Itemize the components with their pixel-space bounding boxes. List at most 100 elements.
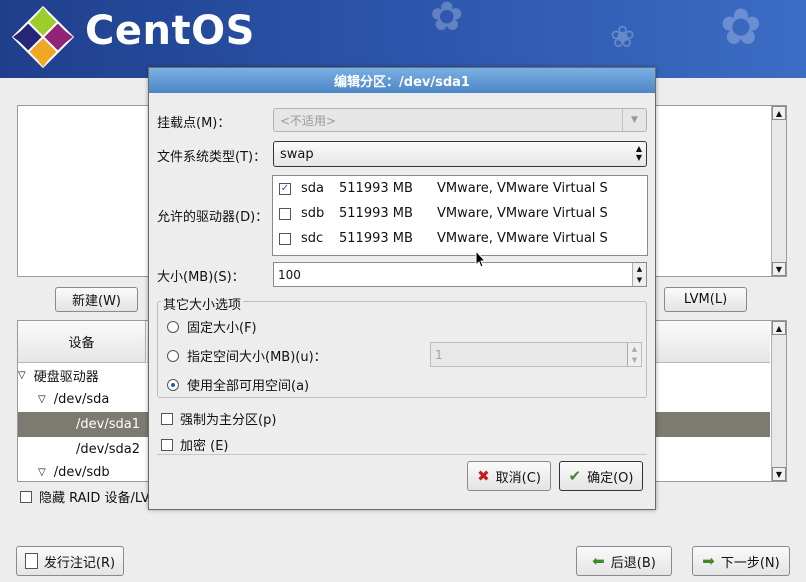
drive-model: VMware, VMware Virtual S [437, 231, 608, 246]
release-notes-label: 发行注记(R) [43, 555, 116, 571]
ok-label: 确定(O) [587, 470, 634, 486]
document-icon [24, 553, 38, 569]
drive-row-sda[interactable]: ✓ sda 511993 MB VMware, VMware Virtual S [279, 176, 608, 201]
cancel-x-icon: ✖ [477, 467, 490, 485]
mount-point-value: <不适用> [280, 113, 337, 128]
tree-scrollbar[interactable]: ▲ ▼ [771, 321, 786, 481]
brand-name: CentOS [85, 8, 255, 54]
checkbox-box[interactable] [279, 232, 291, 245]
dialog-title: 编辑分区：/dev/sda1 [149, 68, 655, 93]
spin-buttons[interactable]: ▲ ▼ [632, 263, 646, 286]
hide-raid-checkbox[interactable]: 隐藏 RAID 设备/LV [20, 487, 150, 506]
drive-row-sdc[interactable]: sdc 511993 MB VMware, VMware Virtual S [279, 226, 608, 251]
new-button-label: 新建(W) [72, 294, 121, 309]
checkbox-box[interactable] [20, 490, 32, 503]
release-notes-button[interactable]: 发行注记(R) [16, 546, 124, 576]
fixed-size-radio[interactable]: 固定大小(F) [167, 317, 257, 336]
drive-name: sdb [301, 206, 325, 221]
updown-arrow-icon: ▲ ▼ [635, 144, 642, 162]
spin-down-icon: ▼ [631, 356, 638, 365]
fill-to-radio[interactable]: 指定空间大小(MB)(u)： [167, 346, 327, 365]
decor-flower-icon: ✿ [720, 0, 762, 56]
scroll-down-icon[interactable]: ▼ [772, 467, 786, 481]
device-column-header[interactable]: 设备 [18, 321, 146, 363]
drive-size: 511993 MB [339, 231, 413, 246]
drive-model: VMware, VMware Virtual S [437, 206, 608, 221]
fill-max-label: 使用全部可用空间(a) [187, 379, 310, 394]
back-arrow-icon: ⬅ [592, 552, 605, 570]
spin-down-icon[interactable]: ▼ [633, 275, 646, 287]
next-button[interactable]: ➡ 下一步(N) [692, 546, 790, 576]
tree-row-sda[interactable]: ▽ /dev/sda [18, 387, 148, 412]
checkbox-box[interactable] [161, 438, 173, 451]
centos-logo-icon [12, 6, 74, 68]
mount-point-combo: <不适用> ▼ [273, 108, 647, 132]
force-primary-label: 强制为主分区(p) [180, 413, 277, 428]
back-button[interactable]: ⬅ 后退(B) [576, 546, 672, 576]
tree-label: /dev/sda1 [76, 417, 140, 432]
scroll-down-icon[interactable]: ▼ [772, 262, 786, 276]
next-label: 下一步(N) [720, 555, 780, 571]
fill-to-label: 指定空间大小(MB)(u)： [187, 350, 327, 365]
fs-type-combo[interactable]: swap ▲ ▼ [273, 141, 647, 167]
checkbox-box[interactable] [279, 207, 291, 220]
tree-label: /dev/sda2 [76, 442, 140, 457]
fs-type-label: 文件系统类型(T)： [157, 150, 267, 165]
radio-icon[interactable] [167, 320, 179, 333]
drives-list: ✓ sda 511993 MB VMware, VMware Virtual S… [272, 175, 648, 256]
radio-icon[interactable] [167, 349, 179, 362]
fill-to-value: 1 [435, 347, 443, 362]
spin-buttons: ▲ ▼ [627, 343, 641, 366]
hide-raid-label: 隐藏 RAID 设备/LV [39, 491, 150, 506]
dropdown-arrow-icon: ▼ [622, 109, 646, 131]
fs-type-value: swap [280, 146, 314, 162]
new-button[interactable]: 新建(W) [55, 287, 138, 312]
scroll-up-icon[interactable]: ▲ [772, 106, 786, 120]
checkbox-box[interactable] [161, 412, 173, 425]
size-label: 大小(MB)(S)： [157, 270, 245, 285]
drive-name: sdc [301, 231, 324, 246]
spin-up-icon: ▲ [631, 344, 638, 353]
cancel-label: 取消(C) [495, 470, 541, 486]
checkbox-checked-icon[interactable]: ✓ [279, 182, 291, 195]
radio-selected-icon[interactable] [167, 378, 179, 391]
fill-max-radio[interactable]: 使用全部可用空间(a) [167, 375, 309, 394]
tree-row-sda2[interactable]: /dev/sda2 [18, 437, 158, 462]
tree-row-sdb[interactable]: ▽ /dev/sdb [18, 462, 148, 482]
cancel-button[interactable]: ✖ 取消(C) [467, 461, 551, 491]
expander-down-icon[interactable]: ▽ [38, 467, 46, 478]
fixed-size-label: 固定大小(F) [187, 321, 257, 336]
tree-label: /dev/sda [53, 392, 110, 407]
drive-row-sdb[interactable]: sdb 511993 MB VMware, VMware Virtual S [279, 201, 608, 226]
mouse-cursor-icon [475, 250, 487, 268]
tree-label: /dev/sdb [53, 464, 110, 480]
expander-down-icon[interactable]: ▽ [38, 394, 46, 405]
encrypt-checkbox[interactable]: 加密 (E) [161, 435, 229, 454]
scroll-up-icon[interactable]: ▲ [772, 321, 786, 335]
drives-label: 允许的驱动器(D)： [157, 210, 269, 225]
drive-name: sda [301, 181, 324, 196]
other-size-options-title: 其它大小选项 [161, 294, 244, 313]
expander-down-icon[interactable]: ▽ [18, 370, 26, 381]
edit-partition-dialog: 编辑分区：/dev/sda1 挂载点(M)： <不适用> ▼ 文件系统类型(T)… [148, 67, 656, 510]
graph-scrollbar[interactable]: ▲ ▼ [771, 106, 786, 276]
ok-button[interactable]: ✔ 确定(O) [559, 461, 643, 491]
back-label: 后退(B) [610, 555, 656, 571]
dialog-separator [157, 454, 647, 455]
fill-to-spinbutton: 1 ▲ ▼ [430, 342, 642, 367]
drive-size: 511993 MB [339, 206, 413, 221]
tree-row-sda1[interactable]: /dev/sda1 [18, 412, 158, 437]
spin-up-icon[interactable]: ▲ [633, 263, 646, 275]
force-primary-checkbox[interactable]: 强制为主分区(p) [161, 409, 276, 428]
size-value: 100 [278, 267, 301, 282]
drive-size: 511993 MB [339, 181, 413, 196]
tree-row-hard-drives[interactable]: ▽ 硬盘驱动器 [18, 363, 148, 388]
lvm-button-label: LVM(L) [683, 292, 728, 307]
decor-flower-icon: ✿ [430, 0, 464, 40]
device-column-label: 设备 [68, 336, 95, 351]
drive-model: VMware, VMware Virtual S [437, 181, 608, 196]
size-spinbutton[interactable]: 100 ▲ ▼ [273, 262, 647, 287]
forward-arrow-icon: ➡ [702, 552, 715, 570]
lvm-button[interactable]: LVM(L) [664, 287, 747, 312]
encrypt-label: 加密 (E) [180, 439, 229, 454]
